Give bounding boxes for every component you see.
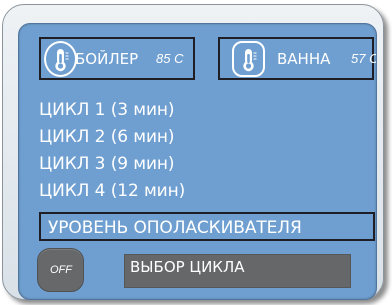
device-bezel: БОЙЛЕР 85 С ВАННА 57 С ЦИКЛ 1 (3 мин) ЦИ…	[2, 4, 384, 300]
bath-temperature-value: 57 С	[351, 51, 377, 66]
thermometer-icon	[232, 41, 265, 77]
control-screen: БОЙЛЕР 85 С ВАННА 57 С ЦИКЛ 1 (3 мин) ЦИ…	[18, 23, 377, 300]
thermometer-icon	[44, 41, 77, 77]
rinse-aid-level-indicator: УРОВЕНЬ ОПОЛАСКИВАТЕЛЯ	[39, 212, 375, 241]
cycle-option[interactable]: ЦИКЛ 3 (9 мин)	[39, 153, 185, 180]
rinse-aid-level-label: УРОВЕНЬ ОПОЛАСКИВАТЕЛЯ	[48, 218, 302, 238]
select-cycle-button[interactable]: ВЫБОР ЦИКЛА	[124, 254, 351, 288]
select-cycle-label: ВЫБОР ЦИКЛА	[130, 258, 245, 276]
boiler-temperature-value: 85 С	[156, 51, 184, 66]
cycle-option[interactable]: ЦИКЛ 2 (6 мин)	[39, 126, 185, 153]
off-button[interactable]: OFF	[37, 248, 84, 292]
cycle-option[interactable]: ЦИКЛ 1 (3 мин)	[39, 99, 185, 126]
dishwasher-control-panel: БОЙЛЕР 85 С ВАННА 57 С ЦИКЛ 1 (3 мин) ЦИ…	[0, 0, 392, 305]
cycle-list: ЦИКЛ 1 (3 мин) ЦИКЛ 2 (6 мин) ЦИКЛ 3 (9 …	[39, 99, 185, 207]
bath-label: ВАННА	[277, 50, 331, 68]
cycle-option[interactable]: ЦИКЛ 4 (12 мин)	[39, 180, 185, 207]
boiler-label: БОЙЛЕР	[75, 50, 139, 68]
boiler-temperature-panel: БОЙЛЕР 85 С	[39, 37, 195, 80]
off-button-label: OFF	[50, 264, 72, 276]
bath-temperature-panel: ВАННА 57 С	[218, 37, 377, 80]
